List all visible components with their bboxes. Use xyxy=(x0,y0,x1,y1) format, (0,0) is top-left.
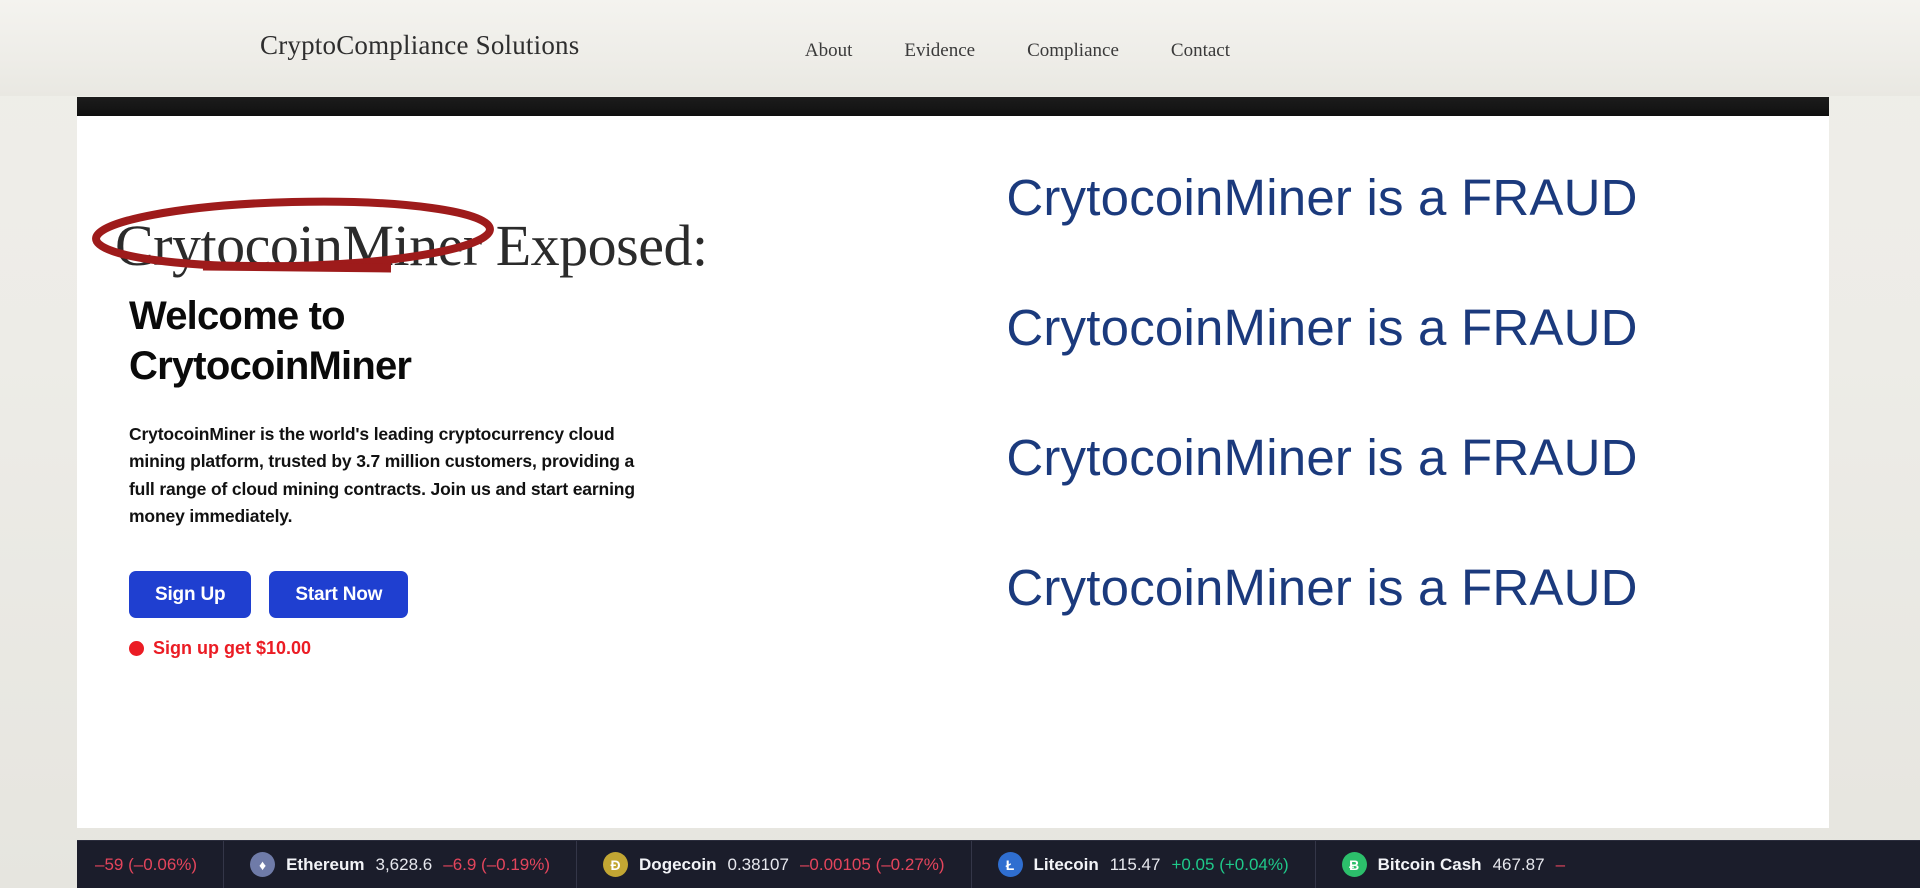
ticker-name: Litecoin xyxy=(1033,854,1099,874)
start-now-button[interactable]: Start Now xyxy=(269,571,409,618)
ticker-price: 0.38107 xyxy=(727,854,789,874)
ticker-price: 115.47 xyxy=(1109,854,1161,874)
litecoin-icon: Ł xyxy=(997,852,1023,877)
bitcoin-cash-icon: Ƀ xyxy=(1341,852,1367,877)
ticker-name: Ethereum xyxy=(286,854,365,874)
fraud-line-1: CrytocoinMiner is a FRAUD xyxy=(1006,169,1638,226)
ticker-item-bitcoin-cash[interactable]: Ƀ Bitcoin Cash 467.87 – xyxy=(1314,841,1591,888)
page-root: CryptoCompliance Solutions About Evidenc… xyxy=(0,0,1920,888)
main-navigation: About Evidence Compliance Contact xyxy=(805,40,1230,62)
ticker-change: – xyxy=(1555,854,1566,874)
ticker-item-partial[interactable]: –59 (–0.06%) xyxy=(77,841,225,888)
nav-link-compliance[interactable]: Compliance xyxy=(1027,40,1119,62)
promo-banner: Sign up get $10.00 xyxy=(129,638,311,659)
ticker-item-dogecoin[interactable]: Ð Dogecoin 0.38107 –0.00105 (–0.27%) xyxy=(576,841,971,888)
ticker-partial-change: –59 (–0.06%) xyxy=(95,854,198,874)
ticker-price: 467.87 xyxy=(1492,854,1545,874)
site-header: CryptoCompliance Solutions About Evidenc… xyxy=(0,0,1920,96)
ticker-name: Bitcoin Cash xyxy=(1377,854,1482,874)
captured-screenshot-card: CrytocoinMiner Exposed: Welcome to Cryto… xyxy=(77,97,1829,828)
promo-text: Sign up get $10.00 xyxy=(153,638,312,658)
crypto-ticker-bar[interactable]: –59 (–0.06%) ♦ Ethereum 3,628.6 –6.9 (–0… xyxy=(77,840,1920,888)
intro-paragraph: CrytocoinMiner is the world's leading cr… xyxy=(129,424,635,526)
hero-left-column: CrytocoinMiner Exposed: Welcome to Cryto… xyxy=(77,116,907,828)
site-brand: CryptoCompliance Solutions xyxy=(260,30,580,60)
nav-link-evidence[interactable]: Evidence xyxy=(904,40,975,62)
fraud-line-4: CrytocoinMiner is a FRAUD xyxy=(1006,559,1638,616)
cta-button-row: Sign Up Start Now xyxy=(129,571,409,618)
ticker-change: –6.9 (–0.19%) xyxy=(443,854,551,874)
ticker-price: 3,628.6 xyxy=(375,854,433,874)
page-title: CrytocoinMiner Exposed: xyxy=(115,213,708,278)
ticker-item-ethereum[interactable]: ♦ Ethereum 3,628.6 –6.9 (–0.19%) xyxy=(224,841,576,888)
red-dot-icon xyxy=(129,641,144,656)
nav-link-contact[interactable]: Contact xyxy=(1171,40,1230,62)
sign-up-button[interactable]: Sign Up xyxy=(129,571,252,618)
fraud-line-3: CrytocoinMiner is a FRAUD xyxy=(1006,429,1638,486)
fraud-overlay-column: CrytocoinMiner is a FRAUD CrytocoinMiner… xyxy=(907,116,1829,828)
card-top-bar xyxy=(77,97,1829,116)
fraud-line-2: CrytocoinMiner is a FRAUD xyxy=(1006,299,1638,356)
dogecoin-icon: Ð xyxy=(603,852,629,877)
ticker-name: Dogecoin xyxy=(639,854,717,874)
ethereum-icon: ♦ xyxy=(250,852,276,877)
ticker-item-litecoin[interactable]: Ł Litecoin 115.47 +0.05 (+0.04%) xyxy=(970,841,1315,888)
ticker-change: +0.05 (+0.04%) xyxy=(1171,854,1289,874)
welcome-heading: Welcome to CrytocoinMiner xyxy=(129,294,412,389)
ticker-change: –0.00105 (–0.27%) xyxy=(799,854,945,874)
nav-link-about[interactable]: About xyxy=(805,40,853,62)
